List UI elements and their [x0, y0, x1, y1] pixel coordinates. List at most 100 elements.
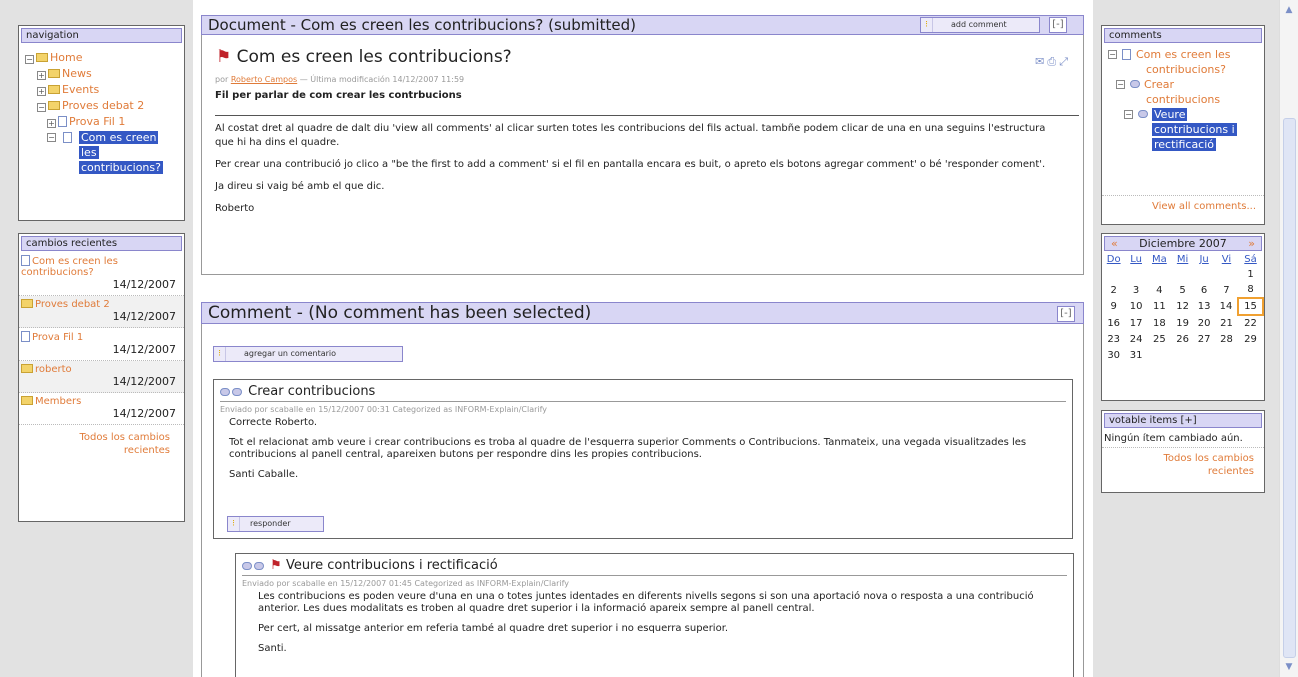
recent-date: 14/12/2007: [112, 278, 176, 291]
navigation-portlet: navigation − Home + News + Events − Proves d…: [18, 25, 185, 221]
folder-icon: [21, 299, 33, 308]
comment-icon: [254, 562, 264, 570]
comments-tree-selected[interactable]: Veure contribucions i rectificació: [1152, 107, 1262, 152]
comments-title: comments: [1104, 28, 1262, 43]
comment-body: Correcte Roberto. Tot el relacionat amb …: [229, 417, 1027, 480]
recent-item[interactable]: Prova Fil 1 14/12/2007: [19, 328, 184, 361]
comment-icon: [232, 388, 242, 396]
nav-current-label[interactable]: Com es creen les contribucions?: [79, 130, 179, 175]
nav-news-link[interactable]: News: [62, 67, 92, 80]
comments-tree-child[interactable]: Crear contribucions: [1144, 77, 1264, 107]
collapse-icon[interactable]: −: [1116, 80, 1125, 89]
recent-date: 14/12/2007: [112, 310, 176, 323]
author-link[interactable]: Roberto Campos: [231, 75, 297, 84]
drag-handle-icon: ⁝: [228, 517, 240, 531]
calendar-next[interactable]: »: [1248, 237, 1255, 250]
recent-link-cont[interactable]: contribucions?: [21, 267, 94, 278]
recent-date: 14/12/2007: [112, 375, 176, 388]
view-all-comments[interactable]: View all comments...: [1102, 195, 1264, 212]
recent-link[interactable]: Members: [35, 396, 81, 407]
collapse-icon[interactable]: −: [37, 103, 46, 112]
calendar-today[interactable]: 15: [1237, 297, 1264, 316]
recent-link[interactable]: Proves debat 2: [35, 299, 110, 310]
collapse-icon[interactable]: −: [47, 133, 56, 142]
scroll-thumb[interactable]: [1283, 118, 1296, 658]
votable-empty: Ningún ítem cambiado aún.: [1102, 430, 1264, 448]
folder-icon: [48, 101, 60, 110]
nav-prova-link[interactable]: Prova Fil 1: [69, 115, 125, 128]
collapse-icon[interactable]: −: [1108, 50, 1117, 59]
reply-button[interactable]: ⁝ responder: [227, 516, 324, 532]
comment-body: Les contribucions es poden veure d'una e…: [258, 591, 1034, 654]
calendar-week: 1: [1247, 268, 1254, 280]
document-icon: [63, 132, 72, 143]
nav-item-events[interactable]: + Events: [25, 82, 184, 98]
votable-all-link[interactable]: Todos los cambios recientes: [1102, 448, 1264, 478]
comment-collapse-button[interactable]: [-]: [1057, 306, 1075, 322]
comment-meta: Enviado por scaballe en 15/12/2007 00:31…: [220, 405, 548, 414]
recent-link[interactable]: roberto: [35, 364, 72, 375]
document-icon: [1122, 49, 1131, 60]
folder-icon: [21, 364, 33, 373]
collapse-icon[interactable]: −: [25, 55, 34, 64]
nav-home-link[interactable]: Home: [50, 51, 82, 64]
recent-changes-portlet: cambios recientes Com es creen les contr…: [18, 233, 185, 522]
comments-tree-root[interactable]: Com es creen les contribucions?: [1136, 47, 1264, 77]
vertical-scrollbar[interactable]: ▲ ▼: [1279, 0, 1298, 677]
navigation-title: navigation: [21, 28, 182, 43]
calendar-prev[interactable]: «: [1111, 237, 1118, 250]
scroll-down-icon[interactable]: ▼: [1280, 659, 1298, 675]
nav-proves-link[interactable]: Proves debat 2: [62, 99, 144, 112]
nav-item-home[interactable]: − Home: [25, 50, 184, 66]
document-panel: ⚑ Com es creen les contribucions? ✉⎙⤢ po…: [201, 35, 1084, 275]
calendar-week: 9 10 11 12 13 14 15: [1102, 297, 1264, 316]
comment-item: Crear contribucions Enviado por scaballe…: [213, 379, 1073, 539]
calendar-grid: Do Lu Ma Mi Ju Vi Sá 1 2345678 9 10 11 12 13 14 15 1…: [1102, 253, 1264, 363]
recent-item[interactable]: Members 14/12/2007: [19, 393, 184, 425]
expand-icon[interactable]: +: [47, 119, 56, 128]
print-icon[interactable]: ⎙: [1047, 55, 1059, 68]
recent-changes-title: cambios recientes: [21, 236, 182, 251]
folder-icon: [48, 69, 60, 78]
mail-icon[interactable]: ✉: [1035, 55, 1047, 68]
expand-icon[interactable]: +: [37, 87, 46, 96]
nav-item-news[interactable]: + News: [25, 66, 184, 82]
add-comment-button[interactable]: ⁝ add comment: [920, 17, 1040, 33]
recent-item[interactable]: Com es creen les contribucions? 14/12/20…: [19, 253, 184, 296]
comment-panel: ⁝ agregar un comentario Crear contribucio…: [201, 324, 1084, 677]
document-actions: ✉⎙⤢: [1035, 55, 1071, 69]
votable-title[interactable]: votable items [+]: [1104, 413, 1262, 428]
document-icon: [21, 255, 30, 266]
nav-item-current[interactable]: − Com es creen les contribucions?: [25, 130, 184, 180]
scroll-up-icon[interactable]: ▲: [1280, 2, 1298, 18]
recent-link[interactable]: Prova Fil 1: [32, 332, 83, 343]
calendar-week: 2345678: [1110, 284, 1254, 296]
add-comment-main-button[interactable]: ⁝ agregar un comentario: [213, 346, 403, 362]
folder-icon: [36, 53, 48, 62]
recent-date: 14/12/2007: [112, 343, 176, 356]
calendar-weekdays: Do Lu Ma Mi Ju Vi Sá: [1106, 254, 1257, 265]
recent-link[interactable]: Com es creen les: [32, 256, 118, 267]
collapse-icon[interactable]: −: [1124, 110, 1133, 119]
calendar-week: 16 17 18 19 20 21 22: [1107, 317, 1257, 330]
flag-icon: ⚑: [270, 558, 282, 573]
comment-panel-title: Comment - (No comment has been selected): [201, 302, 1084, 324]
right-column: comments − Com es creen les contribucion…: [1093, 0, 1279, 677]
all-recent-link[interactable]: Todos los cambios recientes: [19, 425, 184, 457]
nav-item-proves-debat[interactable]: − Proves debat 2: [25, 98, 184, 114]
nav-item-prova-fil[interactable]: + Prova Fil 1: [25, 114, 184, 130]
document-byline: por Roberto Campos — Última modificación…: [215, 75, 465, 84]
expand-icon[interactable]: +: [37, 71, 46, 80]
calendar-header: « Diciembre 2007 »: [1104, 236, 1262, 251]
document-icon: [21, 331, 30, 342]
comment-icon: [220, 388, 230, 396]
folder-icon: [48, 85, 60, 94]
document-collapse-button[interactable]: [-]: [1049, 17, 1067, 33]
recent-item[interactable]: Proves debat 2 14/12/2007: [19, 296, 184, 328]
recent-item[interactable]: roberto 14/12/2007: [19, 361, 184, 393]
fullscreen-icon[interactable]: ⤢: [1059, 55, 1071, 68]
nav-events-link[interactable]: Events: [62, 83, 99, 96]
comment-item: ⚑ Veure contribucions i rectificació Env…: [235, 553, 1074, 677]
comment-icon: [1130, 80, 1140, 88]
flag-icon: ⚑: [216, 47, 232, 67]
